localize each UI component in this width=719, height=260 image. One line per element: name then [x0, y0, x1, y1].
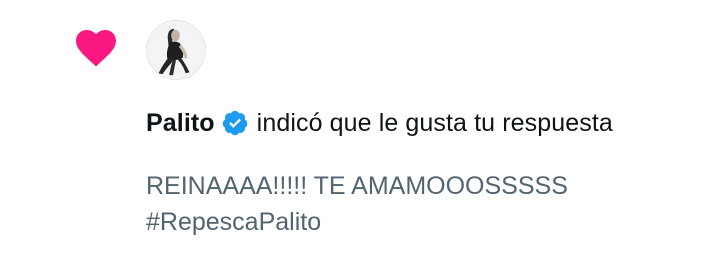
- avatar[interactable]: [146, 20, 206, 80]
- action-text: indicó que le gusta tu respuesta: [256, 108, 613, 137]
- reply-line: REINAAAA!!!!! TE AMAMOOOSSSSS: [146, 172, 568, 200]
- hashtag-link[interactable]: #RepescaPalito: [146, 204, 706, 240]
- like-notification[interactable]: Palito indicó que le gusta tu respuesta …: [0, 0, 719, 260]
- user-name-link[interactable]: Palito: [146, 109, 215, 138]
- notification-headline: Palito indicó que le gusta tu respuesta: [146, 104, 613, 142]
- reply-text[interactable]: REINAAAA!!!!! TE AMAMOOOSSSSS #RepescaPa…: [146, 168, 706, 240]
- verified-icon: [221, 109, 249, 137]
- heart-icon: [70, 24, 122, 72]
- avatar-photo-icon: [147, 21, 205, 79]
